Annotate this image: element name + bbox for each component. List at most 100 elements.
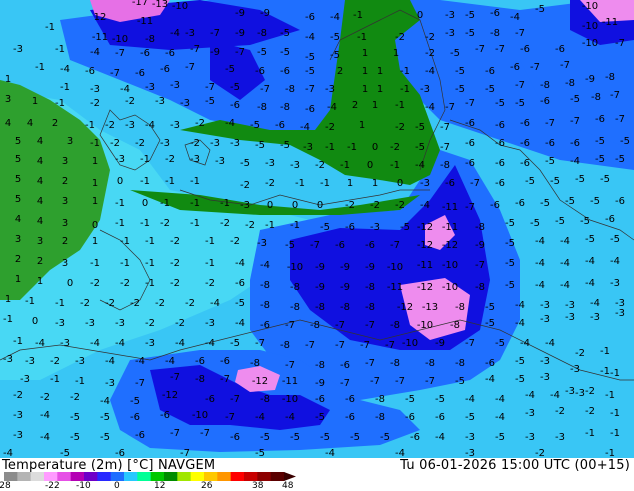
temperature-label: -8	[315, 360, 325, 371]
temperature-label: -7	[470, 178, 480, 189]
temperature-label: -5	[285, 240, 295, 251]
temperature-label: -3	[170, 120, 180, 131]
temperature-label: -1	[3, 314, 13, 325]
temperature-label: -5	[400, 222, 410, 233]
temperature-label: -7	[615, 114, 625, 125]
temperature-label: -2	[315, 160, 325, 171]
temperature-label: -4	[285, 412, 295, 423]
temperature-label: -1	[600, 366, 610, 377]
temperature-label: -3	[265, 158, 275, 169]
temperature-label: -2	[425, 32, 435, 43]
temperature-label: -3	[215, 156, 225, 167]
temperature-label: -3	[570, 364, 580, 375]
temperature-label: 12	[94, 12, 107, 23]
temperature-label: -3	[540, 356, 550, 367]
temperature-label: -5	[380, 432, 390, 443]
temperature-label: -6	[315, 394, 325, 405]
temperature-label: -1	[55, 98, 65, 109]
colorbar-segment	[230, 472, 245, 481]
temperature-label: -1	[145, 278, 155, 289]
temperature-label: -6	[230, 100, 240, 111]
temperature-label: -3	[190, 154, 200, 165]
temperature-label: -2	[170, 258, 180, 269]
temperature-label: -4	[395, 448, 405, 458]
temperature-label: -1	[205, 258, 215, 269]
map-footer: Temperature (2m) [°C] NAVGEM Tu 06-01-20…	[0, 458, 634, 491]
temperature-label: 3	[15, 234, 21, 245]
temperature-label: -3	[170, 80, 180, 91]
temperature-label: -3	[85, 318, 95, 329]
temperature-label: -12	[442, 240, 458, 251]
temperature-label: -4	[535, 236, 545, 247]
temperature-label: -7	[230, 394, 240, 405]
temperature-label: -4	[90, 338, 100, 349]
temperature-label: -2	[185, 298, 195, 309]
temperature-label: -10	[287, 262, 303, 273]
temperature-label: -3	[445, 28, 455, 39]
temperature-label: -5	[515, 374, 525, 385]
temperature-label: -4	[570, 156, 580, 167]
temperature-label: -6	[490, 8, 500, 19]
temperature-label: -1	[353, 10, 363, 21]
temperature-label: -5	[485, 302, 495, 313]
temperature-label: -3	[25, 356, 35, 367]
temperature-label: -5	[230, 338, 240, 349]
temperature-label: -3	[540, 372, 550, 383]
temperature-label: -8	[390, 320, 400, 331]
temperature-label: -6	[365, 240, 375, 251]
temperature-label: -8	[455, 302, 465, 313]
temperature-label: -1	[610, 428, 620, 439]
temperature-label: -8	[310, 320, 320, 331]
temperature-label: -4	[465, 394, 475, 405]
colorbar-segment	[257, 472, 272, 481]
temperature-label: -1	[205, 236, 215, 247]
temperature-label: -5	[405, 394, 415, 405]
temperature-label: -2	[585, 406, 595, 417]
temperature-label: -1	[400, 66, 410, 77]
temperature-label: -7	[440, 122, 450, 133]
temperature-label: -7	[545, 118, 555, 129]
temperature-label: -12	[417, 222, 433, 233]
colorbar-segment	[164, 472, 178, 481]
temperature-label: -1	[35, 62, 45, 73]
temperature-label: -9	[315, 262, 325, 273]
temperature-label: -4	[515, 300, 525, 311]
temperature-label: -8	[540, 80, 550, 91]
temperature-label: -7	[365, 358, 375, 369]
temperature-label: -6	[495, 158, 505, 169]
temperature-label: -11	[442, 202, 458, 213]
temperature-label: -8	[605, 72, 615, 83]
colorbar-segment	[177, 472, 192, 481]
temperature-label: -6	[345, 222, 355, 233]
temperature-label: -9	[210, 47, 220, 58]
temperature-label: -1	[55, 298, 65, 309]
temperature-label: -4	[330, 12, 340, 23]
temperature-label: -5	[330, 50, 340, 61]
temperature-label: -3	[60, 338, 70, 349]
temperature-label: -7	[530, 62, 540, 73]
temperature-label: 3	[62, 196, 68, 207]
temperature-label: 3	[62, 258, 68, 269]
temperature-label: -11	[442, 222, 458, 233]
temperature-label: -5	[590, 196, 600, 207]
temperature-label: -4	[225, 118, 235, 129]
temperature-label: -11	[282, 376, 298, 387]
temperature-label: -3	[180, 98, 190, 109]
temperature-label: -5	[575, 174, 585, 185]
temperature-label: -1	[120, 236, 130, 247]
temperature-label: -6	[345, 394, 355, 405]
temperature-label: -7	[285, 360, 295, 371]
temperature-label: 4	[37, 196, 43, 207]
temperature-label: -2	[395, 122, 405, 133]
colorbar-segment	[44, 472, 58, 481]
temperature-label: -4	[327, 102, 337, 113]
temperature-label: -6	[160, 410, 170, 421]
temperature-label: -7	[170, 428, 180, 439]
temperature-label: -7	[570, 116, 580, 127]
temperature-label: 3	[62, 218, 68, 229]
temperature-label: -8	[260, 394, 270, 405]
temperature-label: -3	[155, 96, 165, 107]
temperature-label: -6	[520, 158, 530, 169]
temperature-label: -5	[620, 136, 630, 147]
temperature-label: -10	[417, 320, 433, 331]
